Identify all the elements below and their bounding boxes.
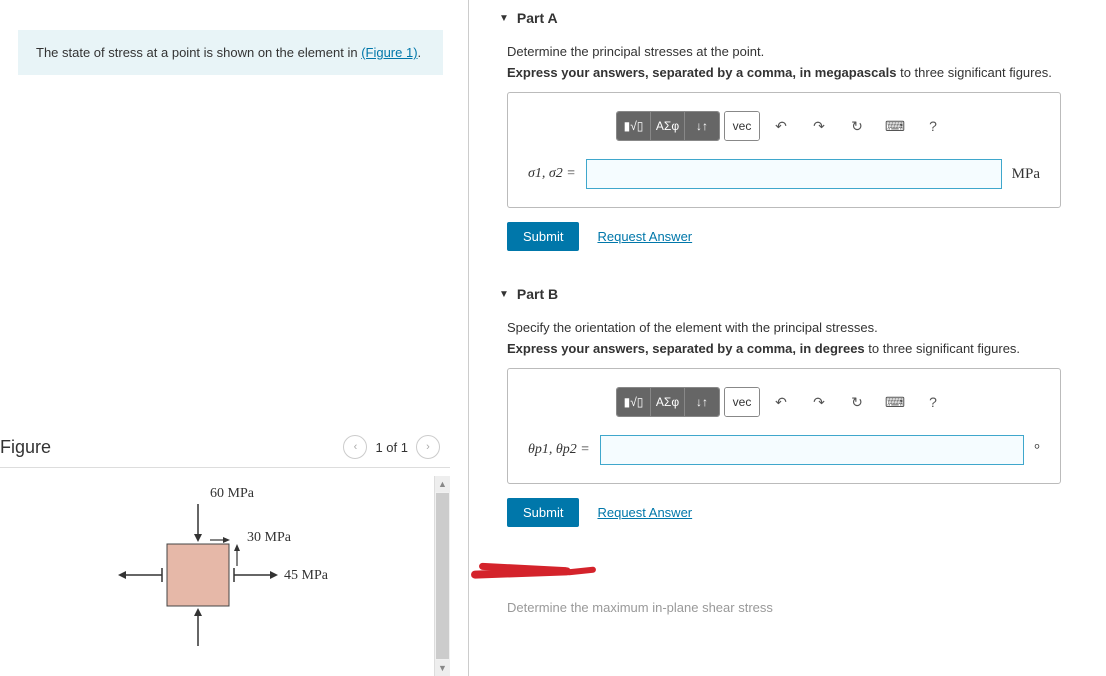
collapse-icon: ▼: [499, 289, 509, 300]
collapse-icon: ▼: [499, 13, 509, 24]
keyboard-button[interactable]: ⌨: [878, 112, 912, 140]
refresh-icon: ↻: [851, 394, 863, 411]
part-a-header[interactable]: ▼ Part A: [499, 10, 1086, 26]
figure-title: Figure: [0, 437, 51, 458]
part-a-instructions: Express your answers, separated by a com…: [507, 65, 1086, 80]
scroll-down-icon[interactable]: ▼: [435, 660, 450, 676]
subscript-button[interactable]: ↓↑: [685, 112, 719, 140]
part-a-prompt: Determine the principal stresses at the …: [507, 44, 1086, 59]
part-b-unit: °: [1034, 442, 1040, 459]
part-a-instr-bold: Express your answers, separated by a com…: [507, 65, 896, 80]
figure-section: Figure ‹ 1 of 1 ›: [0, 435, 450, 676]
part-b-answer-row: θp1, θp2 = °: [528, 435, 1040, 465]
stress-element-diagram: 60 MPa 30 MPa 45 MPa: [92, 486, 342, 666]
keyboard-button[interactable]: ⌨: [878, 388, 912, 416]
part-b-header[interactable]: ▼ Part B: [499, 286, 1086, 302]
redo-button[interactable]: ↷: [802, 388, 836, 416]
part-b-instr-bold: Express your answers, separated by a com…: [507, 341, 865, 356]
greek-button[interactable]: ΑΣφ: [651, 112, 685, 140]
part-b-answer-box: ▮√▯ ΑΣφ ↓↑ vec ↶ ↷ ↻ ⌨ ? θp1, θp2 = °: [507, 368, 1061, 484]
help-icon: ?: [929, 394, 937, 410]
vec-button[interactable]: vec: [725, 388, 759, 416]
scroll-thumb[interactable]: [436, 493, 449, 659]
undo-icon: ↶: [775, 118, 787, 135]
toolbar-group-format: ▮√▯ ΑΣφ ↓↑: [616, 387, 720, 417]
figure-label-top: 60 MPa: [210, 486, 254, 502]
part-a-answer-row: σ1, σ2 = MPa: [528, 159, 1040, 189]
part-a-submit-button[interactable]: Submit: [507, 222, 579, 251]
right-panel: ▼ Part A Determine the principal stresse…: [469, 0, 1106, 676]
part-b-request-answer-link[interactable]: Request Answer: [597, 505, 692, 520]
reset-button[interactable]: ↻: [840, 388, 874, 416]
scroll-up-icon[interactable]: ▲: [435, 476, 450, 492]
figure-prev-button[interactable]: ‹: [343, 435, 367, 459]
cutoff-text: Determine the maximum in-plane shear str…: [507, 600, 1086, 615]
scribble-icon: [471, 565, 601, 580]
part-a: ▼ Part A Determine the principal stresse…: [499, 10, 1086, 251]
figure-header: Figure ‹ 1 of 1 ›: [0, 435, 450, 468]
toolbar-group-vec: vec: [724, 387, 760, 417]
vec-button[interactable]: vec: [725, 112, 759, 140]
keyboard-icon: ⌨: [885, 118, 905, 135]
part-b-actions: Submit Request Answer: [507, 498, 1086, 527]
part-b-title: Part B: [517, 286, 558, 302]
figure-nav: ‹ 1 of 1 ›: [343, 435, 440, 459]
reset-button[interactable]: ↻: [840, 112, 874, 140]
redo-icon: ↷: [813, 394, 825, 411]
figure-scrollbar[interactable]: ▲ ▼: [434, 476, 450, 676]
toolbar-group-format: ▮√▯ ΑΣφ ↓↑: [616, 111, 720, 141]
figure-next-button[interactable]: ›: [416, 435, 440, 459]
part-a-unit: MPa: [1012, 166, 1040, 183]
part-a-answer-box: ▮√▯ ΑΣφ ↓↑ vec ↶ ↷ ↻ ⌨ ? σ1, σ2 = MPa: [507, 92, 1061, 208]
left-panel: The state of stress at a point is shown …: [0, 0, 468, 676]
undo-icon: ↶: [775, 394, 787, 411]
problem-suffix: .: [418, 45, 422, 60]
part-b-submit-button[interactable]: Submit: [507, 498, 579, 527]
part-b-prompt: Specify the orientation of the element w…: [507, 320, 1086, 335]
figure-link[interactable]: (Figure 1): [361, 45, 417, 60]
figure-page-indicator: 1 of 1: [375, 440, 408, 455]
figure-image: 60 MPa 30 MPa 45 MPa: [0, 476, 434, 676]
part-a-actions: Submit Request Answer: [507, 222, 1086, 251]
figure-label-right: 45 MPa: [284, 568, 328, 584]
part-a-request-answer-link[interactable]: Request Answer: [597, 229, 692, 244]
part-b-answer-input[interactable]: [600, 435, 1024, 465]
template-button[interactable]: ▮√▯: [617, 388, 651, 416]
template-icon: ▮√▯: [624, 119, 644, 133]
part-a-toolbar: ▮√▯ ΑΣφ ↓↑ vec ↶ ↷ ↻ ⌨ ?: [616, 111, 1040, 141]
part-a-instr-rest: to three significant figures.: [896, 65, 1051, 80]
part-b-toolbar: ▮√▯ ΑΣφ ↓↑ vec ↶ ↷ ↻ ⌨ ?: [616, 387, 1040, 417]
part-b-instructions: Express your answers, separated by a com…: [507, 341, 1086, 356]
redo-button[interactable]: ↷: [802, 112, 836, 140]
refresh-icon: ↻: [851, 118, 863, 135]
part-b: ▼ Part B Specify the orientation of the …: [499, 286, 1086, 527]
keyboard-icon: ⌨: [885, 394, 905, 411]
help-button[interactable]: ?: [916, 112, 950, 140]
part-a-title: Part A: [517, 10, 558, 26]
undo-button[interactable]: ↶: [764, 112, 798, 140]
toolbar-group-vec: vec: [724, 111, 760, 141]
template-icon: ▮√▯: [624, 395, 644, 409]
subscript-button[interactable]: ↓↑: [685, 388, 719, 416]
help-icon: ?: [929, 118, 937, 134]
part-b-instr-rest: to three significant figures.: [865, 341, 1020, 356]
figure-body: 60 MPa 30 MPa 45 MPa ▲ ▼: [0, 476, 450, 676]
part-b-var-label: θp1, θp2 =: [528, 442, 590, 458]
problem-text: The state of stress at a point is shown …: [36, 45, 361, 60]
figure-label-upper-right: 30 MPa: [247, 530, 291, 546]
redo-icon: ↷: [813, 118, 825, 135]
redaction-mark: [471, 562, 1086, 582]
problem-statement: The state of stress at a point is shown …: [18, 30, 443, 75]
undo-button[interactable]: ↶: [764, 388, 798, 416]
greek-button[interactable]: ΑΣφ: [651, 388, 685, 416]
part-a-answer-input[interactable]: [586, 159, 1002, 189]
help-button[interactable]: ?: [916, 388, 950, 416]
part-a-var-label: σ1, σ2 =: [528, 166, 576, 182]
template-button[interactable]: ▮√▯: [617, 112, 651, 140]
